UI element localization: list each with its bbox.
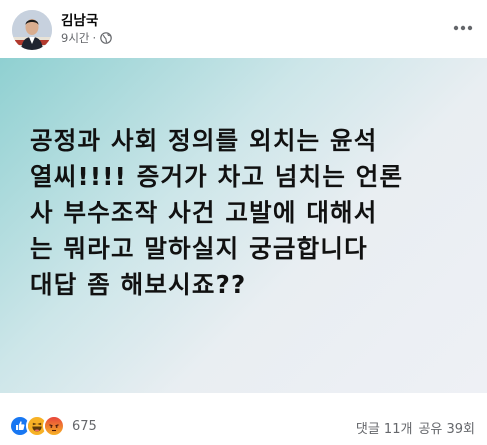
- post-meta: 9시간 ·: [61, 30, 112, 46]
- reaction-count[interactable]: 675: [72, 419, 97, 434]
- reaction-summary[interactable]: 675: [9, 415, 97, 437]
- meta-separator: ·: [92, 31, 97, 45]
- share-count[interactable]: 공유 39회: [418, 418, 475, 437]
- globe-icon: [100, 32, 112, 44]
- author-avatar[interactable]: [12, 10, 52, 50]
- author-name[interactable]: 김남국: [61, 9, 98, 29]
- post-body-text: 공정과 사회 정의를 외치는 윤석 열씨!!!! 증거가 차고 넘치는 언론 사…: [30, 126, 404, 299]
- engagement-stats: 댓글 11개 공유 39회: [356, 418, 475, 437]
- post-footer: 675 댓글 11개 공유 39회: [0, 410, 487, 445]
- more-options-icon[interactable]: [449, 14, 477, 42]
- post-header: 김남국 9시간 ·: [0, 0, 487, 60]
- comment-count[interactable]: 댓글 11개: [356, 418, 413, 437]
- post-time[interactable]: 9시간: [61, 30, 89, 46]
- angry-icon: [43, 415, 65, 437]
